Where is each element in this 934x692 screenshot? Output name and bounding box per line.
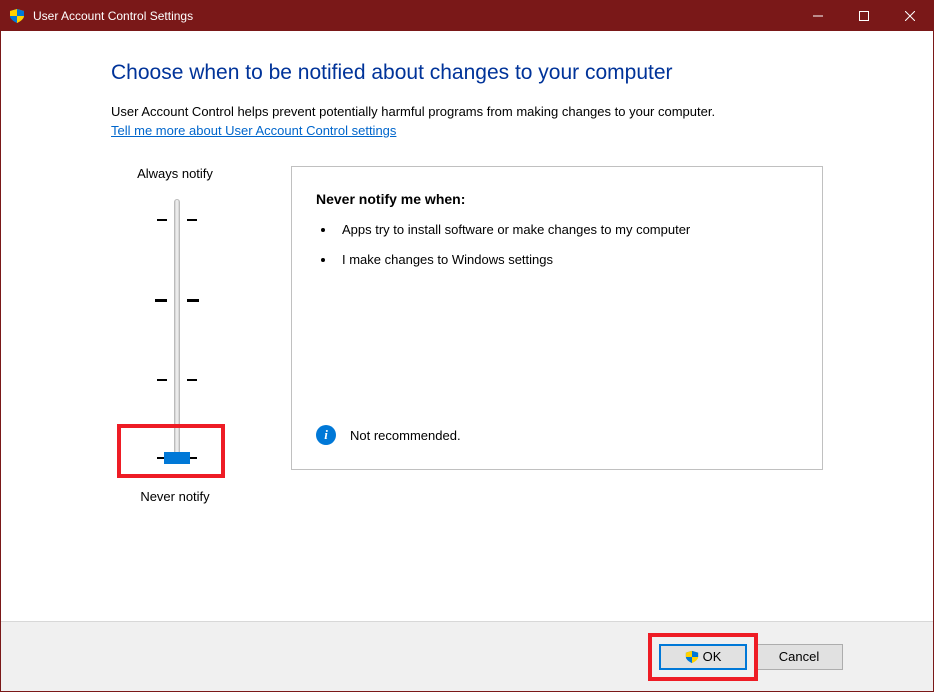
slider-label-bottom: Never notify — [111, 489, 239, 504]
learn-more-link[interactable]: Tell me more about User Account Control … — [111, 123, 396, 138]
window-buttons — [795, 1, 933, 31]
recommendation-row: i Not recommended. — [316, 425, 461, 445]
notification-panel: Never notify me when: Apps try to instal… — [291, 166, 823, 470]
slider-tick — [157, 219, 167, 221]
slider-tick — [187, 219, 197, 221]
panel-bullet: I make changes to Windows settings — [336, 251, 798, 269]
window-title: User Account Control Settings — [33, 9, 795, 23]
cancel-button[interactable]: Cancel — [755, 644, 843, 670]
slider-label-top: Always notify — [111, 166, 239, 181]
slider-tick — [187, 299, 199, 302]
maximize-button[interactable] — [841, 1, 887, 31]
ok-button-label: OK — [703, 649, 722, 664]
uac-slider[interactable] — [125, 199, 225, 479]
panel-bullet: Apps try to install software or make cha… — [336, 221, 798, 239]
cancel-button-label: Cancel — [779, 649, 819, 664]
slider-track — [174, 199, 180, 459]
panel-title: Never notify me when: — [316, 191, 798, 207]
slider-tick — [187, 379, 197, 381]
recommendation-text: Not recommended. — [350, 428, 461, 443]
page-heading: Choose when to be notified about changes… — [111, 61, 893, 85]
shield-icon — [9, 8, 25, 24]
slider-tick — [157, 379, 167, 381]
slider-column: Always notify Never notify — [111, 166, 239, 504]
info-icon: i — [316, 425, 336, 445]
minimize-button[interactable] — [795, 1, 841, 31]
ok-button[interactable]: OK — [659, 644, 747, 670]
titlebar: User Account Control Settings — [1, 1, 933, 31]
panel-bullet-list: Apps try to install software or make cha… — [336, 221, 798, 269]
content-area: Choose when to be notified about changes… — [1, 31, 933, 621]
dialog-footer: OK Cancel — [1, 621, 933, 691]
shield-icon — [685, 650, 699, 664]
slider-thumb[interactable] — [164, 452, 190, 464]
close-button[interactable] — [887, 1, 933, 31]
slider-tick — [155, 299, 167, 302]
page-description: User Account Control helps prevent poten… — [111, 103, 893, 121]
